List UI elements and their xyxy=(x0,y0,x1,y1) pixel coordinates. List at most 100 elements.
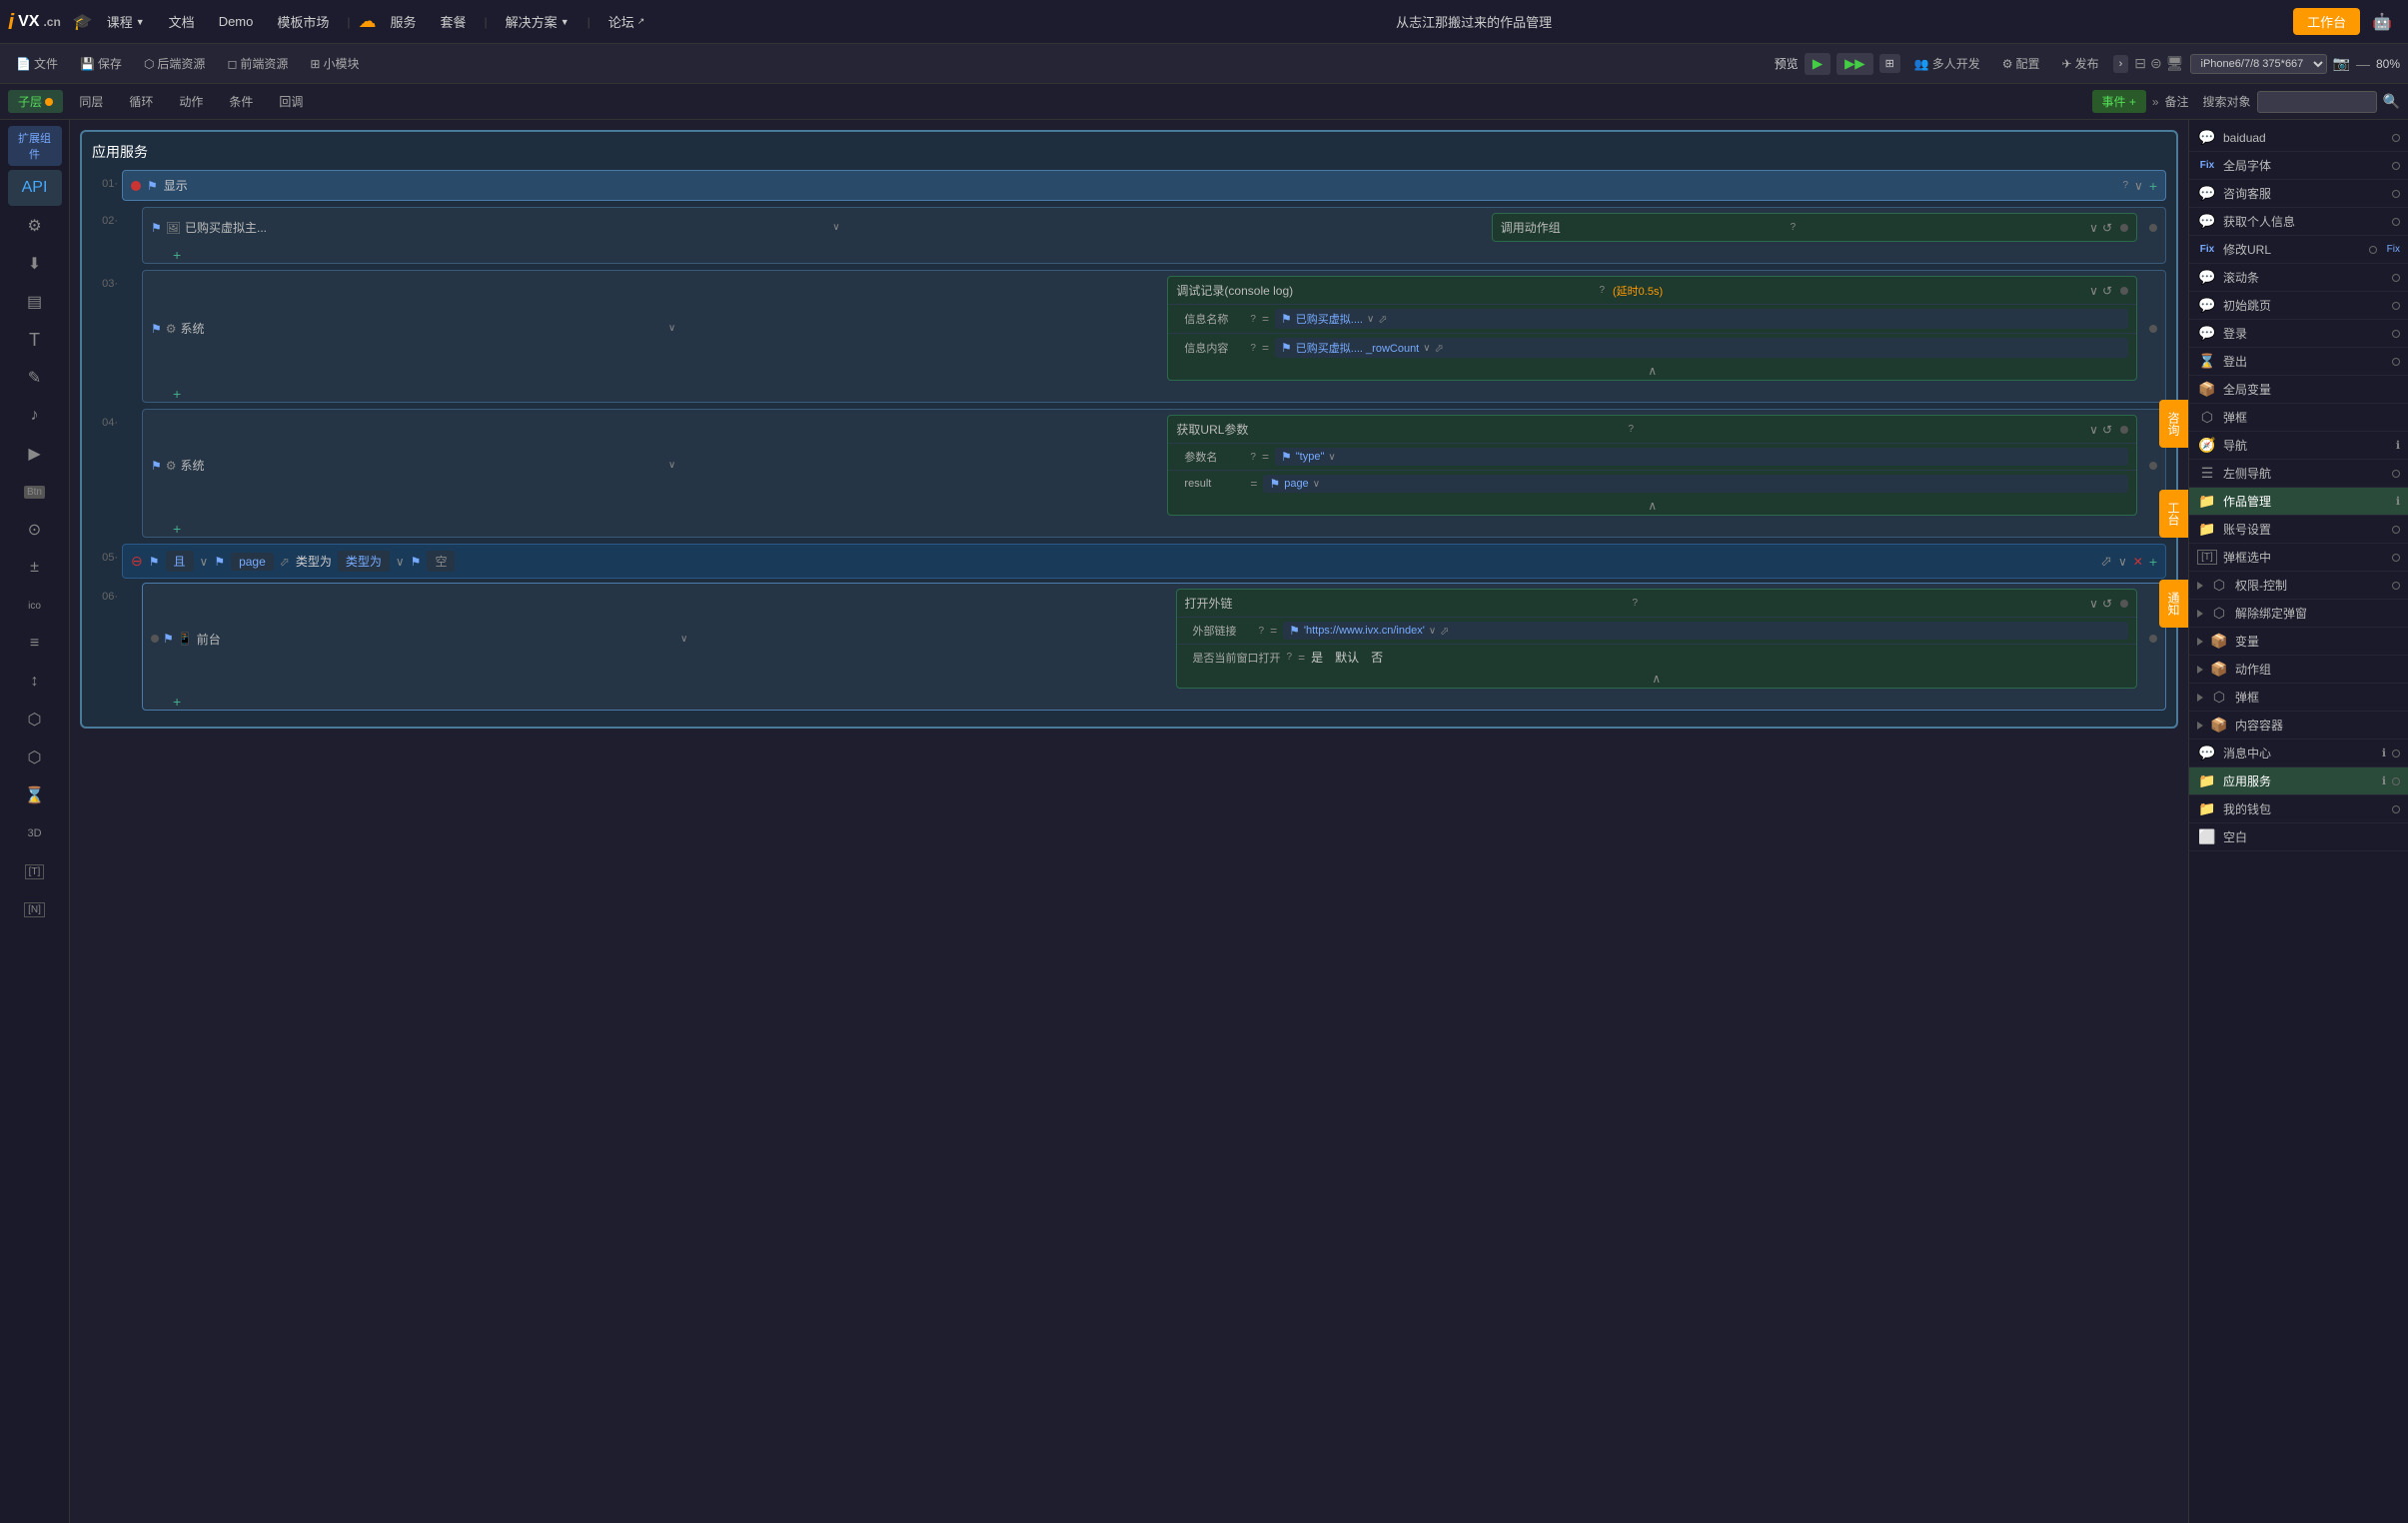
rp-item-nav[interactable]: 🧭 导航 ℹ xyxy=(2189,432,2408,460)
rp-item-popup[interactable]: ⬡ 弹框 xyxy=(2189,404,2408,432)
tb3-loop[interactable]: 循环 xyxy=(119,90,163,113)
sidebar-item-list[interactable]: ≡ xyxy=(8,626,62,662)
field-content-value[interactable]: ⚑ 已购买虚拟.... _rowCount ∨ ⬀ xyxy=(1275,338,2128,358)
console-log-reload[interactable]: ↺ xyxy=(2102,284,2112,298)
tb3-action[interactable]: 动作 xyxy=(169,90,213,113)
tb2-frontend[interactable]: ◻ 前端资源 xyxy=(219,52,296,75)
cond-expand-icon[interactable]: ⬀ xyxy=(280,555,290,569)
cond-down-icon[interactable]: ∨ xyxy=(200,555,209,569)
tb3-same-layer[interactable]: 同层 xyxy=(69,90,113,113)
floating-chat-btn[interactable]: 咨询 xyxy=(2159,400,2188,448)
cond-down2[interactable]: ∨ xyxy=(396,555,405,569)
purchased-header[interactable]: ⚑ 🖼 已购买虚拟主... ∨ 调用动作组 ? xyxy=(143,208,2165,247)
tb2-publish[interactable]: ✈ 发布 xyxy=(2054,52,2107,75)
tb2-play-btn[interactable]: ▶ xyxy=(1805,53,1830,75)
rp-group-variable[interactable]: 📦 变量 xyxy=(2189,628,2408,656)
rp-item-modify-url[interactable]: Fix 修改URL Fix xyxy=(2189,236,2408,264)
cond-var-value[interactable]: page xyxy=(231,553,274,571)
system-plus-04[interactable]: + xyxy=(173,521,181,537)
tb2-align-icon[interactable]: ⊟ xyxy=(2134,55,2146,72)
system-url-header[interactable]: ⚑ ⚙ 系统 ∨ 获取URL参数 ? xyxy=(143,410,2165,521)
cond-expand-btn[interactable]: ⬀ xyxy=(2100,553,2112,570)
rp-item-blank[interactable]: ⬜ 空白 xyxy=(2189,823,2408,851)
cond-minus-icon[interactable]: ⊖ xyxy=(131,553,143,570)
open-link-chevron[interactable]: ∨ xyxy=(2089,597,2098,611)
call-action-chevron[interactable]: ∨ xyxy=(2089,221,2098,235)
console-log-chevron[interactable]: ∨ xyxy=(2089,284,2098,298)
console-log-header[interactable]: 调试记录(console log) ? (延时0.5s) ∨ ↺ xyxy=(1168,277,2136,304)
url-collapse-arrow[interactable]: ∧ xyxy=(1648,499,1657,513)
url-param-header[interactable]: 获取URL参数 ? ∨ ↺ xyxy=(1168,416,2136,443)
system-chevron-03[interactable]: ∨ xyxy=(668,323,675,334)
field-param-name-chevron[interactable]: ∨ xyxy=(1328,452,1335,463)
tb2-device-select[interactable]: iPhone6/7/8 375*667 xyxy=(2190,54,2327,74)
sidebar-item-hex[interactable]: ⬡ xyxy=(8,702,62,738)
rp-item-initial-jump[interactable]: 💬 初始跳页 xyxy=(2189,292,2408,320)
field-param-name-value[interactable]: ⚑ "type" ∨ xyxy=(1275,448,2128,466)
cond-empty-value[interactable]: 空 xyxy=(427,551,455,572)
sidebar-item-music[interactable]: ♪ xyxy=(8,398,62,434)
sidebar-item-text[interactable]: T xyxy=(8,322,62,358)
nav-robot-icon[interactable]: 🤖 xyxy=(2364,8,2400,36)
tb3-search-input[interactable] xyxy=(2257,91,2377,113)
frontend-chevron[interactable]: ∨ xyxy=(680,634,687,645)
sidebar-item-api[interactable]: API xyxy=(8,170,62,206)
sidebar-item-share[interactable]: ⬡ xyxy=(8,740,62,775)
nav-item-plan[interactable]: 套餐 xyxy=(431,8,477,35)
cond-x-btn[interactable]: ✕ xyxy=(2133,555,2143,569)
url-param-help[interactable]: ? xyxy=(1629,424,1635,435)
tb2-backend[interactable]: ⬡ 后端资源 xyxy=(136,52,214,75)
open-link-header[interactable]: 打开外链 ? ∨ ↺ xyxy=(1177,590,2136,617)
rp-info-app-service[interactable]: ℹ xyxy=(2382,774,2386,787)
field-expand-1[interactable]: ⬀ xyxy=(1378,313,1387,326)
field-window-help[interactable]: ? xyxy=(1287,652,1293,663)
tb2-more-btn[interactable]: › xyxy=(2113,55,2129,73)
field-ext-link-help[interactable]: ? xyxy=(1259,626,1265,637)
cond-op-dropdown[interactable]: 且 xyxy=(166,551,194,572)
rp-item-wallet[interactable]: 📁 我的钱包 xyxy=(2189,795,2408,823)
cond-chevron[interactable]: ∨ xyxy=(2118,555,2127,569)
system-chevron-04[interactable]: ∨ xyxy=(668,460,675,471)
nav-item-docs[interactable]: 文档 xyxy=(159,8,205,35)
system-plus-03[interactable]: + xyxy=(173,386,181,402)
system-log-header[interactable]: ⚑ ⚙ 系统 ∨ 调试记录(console log) ? (延时0.5s) xyxy=(143,271,2165,386)
console-log-help[interactable]: ? xyxy=(1599,285,1605,296)
tb2-desktop-icon[interactable]: 🖥 xyxy=(2166,55,2184,72)
sidebar-item-T[interactable]: [T] xyxy=(8,853,62,889)
sidebar-item-edit[interactable]: ✎ xyxy=(8,360,62,396)
url-param-reload[interactable]: ↺ xyxy=(2102,423,2112,437)
purchased-chevron-down[interactable]: ∨ xyxy=(832,222,839,233)
rp-info-nav[interactable]: ℹ xyxy=(2396,439,2400,452)
tb2-grid-btn[interactable]: ⊞ xyxy=(1879,54,1900,73)
rp-group-action-group[interactable]: 📦 动作组 xyxy=(2189,656,2408,684)
rp-item-baiduad[interactable]: 💬 baiduad xyxy=(2189,124,2408,152)
field-expand-2[interactable]: ⬀ xyxy=(1435,342,1444,355)
field-name-value[interactable]: ⚑ 已购买虚拟.... ∨ ⬀ xyxy=(1275,309,2128,329)
field-window-yes[interactable]: 是 xyxy=(1311,649,1323,666)
rp-info-msg-center[interactable]: ℹ xyxy=(2382,747,2386,760)
nav-workbench-btn[interactable]: 工作台 xyxy=(2293,8,2360,35)
rp-info-works[interactable]: ℹ xyxy=(2396,495,2400,508)
display-help[interactable]: ? xyxy=(2122,180,2128,191)
rp-item-global-var[interactable]: 📦 全局变量 xyxy=(2189,376,2408,404)
rp-item-account[interactable]: 📁 账号设置 xyxy=(2189,516,2408,544)
sidebar-item-grid[interactable]: ▤ xyxy=(8,284,62,320)
nav-item-solution[interactable]: 解决方案 ▼ xyxy=(496,8,580,35)
rp-group-popup2[interactable]: ⬡ 弹框 xyxy=(2189,684,2408,712)
sidebar-item-ico[interactable]: ico xyxy=(8,588,62,624)
sidebar-item-updown[interactable]: ↕ xyxy=(8,664,62,700)
nav-item-service[interactable]: 服务 xyxy=(381,8,427,35)
floating-notify-btn[interactable]: 通知 xyxy=(2159,580,2188,628)
call-action-header[interactable]: 调用动作组 ? ∨ ↺ xyxy=(1493,214,2136,241)
logo[interactable]: i VX .cn xyxy=(8,9,61,35)
tb2-multi-dev[interactable]: 👥 多人开发 xyxy=(1906,52,1988,75)
nav-item-courses[interactable]: 课程 ▼ xyxy=(97,8,155,35)
rp-item-global-font[interactable]: Fix 全局字体 xyxy=(2189,152,2408,180)
tb2-module[interactable]: ⊞ 小模块 xyxy=(302,52,367,75)
log-collapse-arrow[interactable]: ∧ xyxy=(1648,364,1657,378)
rp-item-popup-selected[interactable]: [T] 弹框选中 xyxy=(2189,544,2408,572)
tb3-condition[interactable]: 条件 xyxy=(219,90,263,113)
tb2-split-icon[interactable]: ⊜ xyxy=(2150,55,2162,72)
rp-item-message-center[interactable]: 💬 消息中心 ℹ xyxy=(2189,740,2408,767)
sidebar-item-3d[interactable]: 3D xyxy=(8,815,62,851)
